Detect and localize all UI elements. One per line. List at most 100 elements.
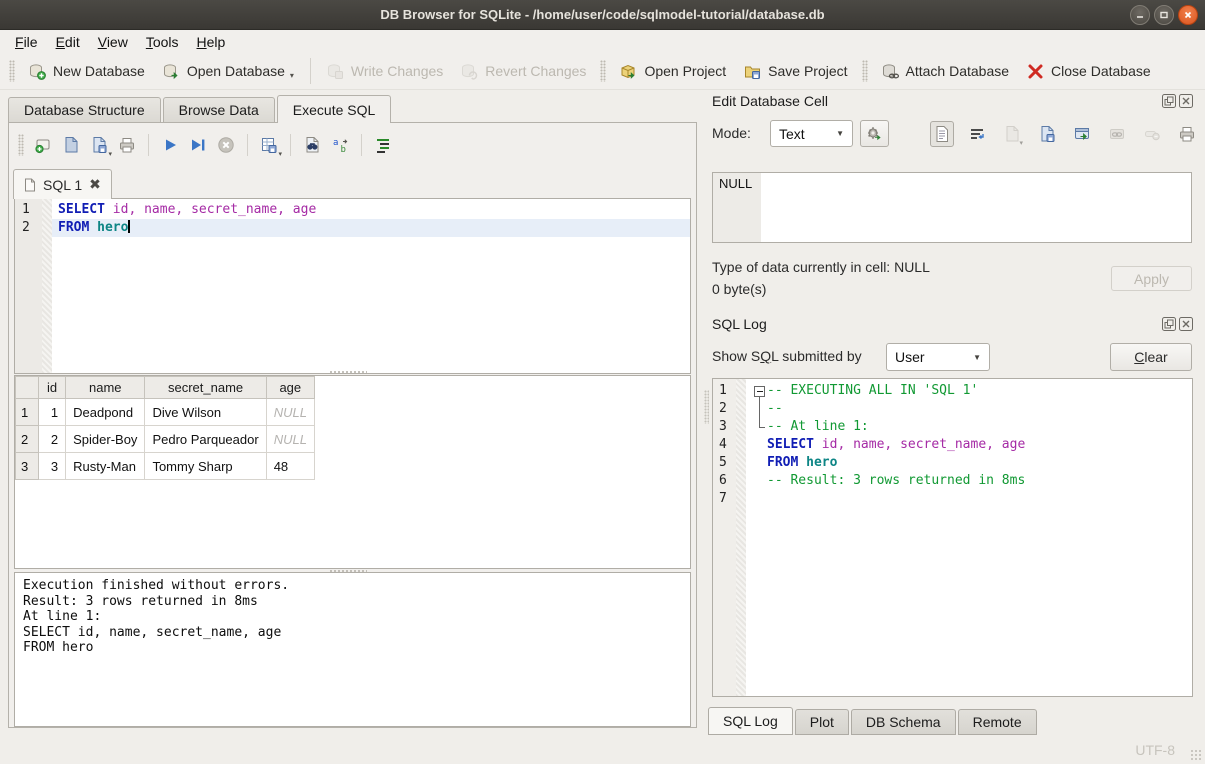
dock-tab-plot[interactable]: Plot (795, 709, 849, 735)
text-mode-button[interactable] (930, 121, 954, 147)
cell-value-editor[interactable]: NULL (712, 172, 1192, 243)
fold-marker-icon[interactable] (752, 382, 767, 400)
tab-execute-sql[interactable]: Execute SQL (277, 95, 392, 123)
close-database-button[interactable]: Close Database (1018, 59, 1160, 84)
maximize-button[interactable] (1154, 5, 1174, 25)
column-header-secret_name[interactable]: secret_name (145, 377, 266, 399)
find-button[interactable] (298, 132, 326, 158)
save-results-view-button[interactable]: ▾ (255, 132, 283, 158)
sql-log-filter-select[interactable]: User ▼ (886, 343, 990, 371)
grid-cell[interactable]: Dive Wilson (145, 399, 266, 426)
menu-edit[interactable]: Edit (47, 32, 89, 52)
float-panel-icon[interactable] (1162, 94, 1176, 108)
dock-tab-db-schema[interactable]: DB Schema (851, 709, 956, 735)
mode-label: Mode: (712, 125, 751, 141)
close-panel-icon[interactable] (1179, 317, 1193, 331)
print-cell-button[interactable] (1175, 121, 1199, 147)
menu-tools[interactable]: Tools (137, 32, 188, 52)
grid-cell[interactable]: Tommy Sharp (145, 453, 266, 480)
clear-log-button[interactable]: Clear (1110, 343, 1192, 371)
save-sql-file-button[interactable]: ▾ (85, 132, 113, 158)
toolbar-handle[interactable] (9, 60, 15, 82)
open-in-external-button[interactable] (1070, 121, 1094, 147)
row-header[interactable]: 1 (16, 399, 39, 426)
code-token: hero (806, 455, 837, 470)
close-sql-tab-icon[interactable]: ✖ (89, 176, 101, 193)
grid-cell[interactable]: Pedro Parqueador (145, 426, 266, 453)
open-sql-file-button[interactable] (57, 132, 85, 158)
editor-line[interactable]: SELECT id, name, secret_name, age (52, 201, 690, 219)
line-number: 1 (15, 201, 42, 219)
grid-cell[interactable]: 2 (39, 426, 66, 453)
toolbar-button-label: Open Database (187, 63, 285, 79)
encoding-indicator[interactable]: UTF-8 (1135, 742, 1175, 758)
title-bar: DB Browser for SQLite - /home/user/code/… (0, 0, 1205, 30)
cell-text-area[interactable] (761, 173, 1191, 242)
column-header-age[interactable]: age (266, 377, 314, 399)
sql-log-view[interactable]: 1234567 -- EXECUTING ALL IN 'SQL 1'---- … (712, 378, 1193, 697)
new-database-button[interactable]: New Database (20, 59, 154, 84)
open-database-button[interactable]: Open Database ▾ (154, 59, 303, 84)
close-panel-icon[interactable] (1179, 94, 1193, 108)
toolbar-separator (148, 134, 149, 156)
grid-cell[interactable]: NULL (266, 426, 314, 453)
toolbar-handle[interactable] (862, 60, 868, 82)
cell-settings-button[interactable] (860, 120, 889, 147)
dock-tab-sql-log[interactable]: SQL Log (708, 707, 793, 735)
grid-cell[interactable]: 48 (266, 453, 314, 480)
column-header-name[interactable]: name (66, 377, 145, 399)
tab-database-structure[interactable]: Database Structure (8, 97, 161, 122)
log-line: FROM hero (746, 454, 1192, 472)
db-open-icon (163, 63, 180, 80)
row-header[interactable]: 2 (16, 426, 39, 453)
menu-file[interactable]: File (6, 32, 47, 52)
grid-cell[interactable]: 1 (39, 399, 66, 426)
open-sql-tab-button[interactable] (29, 132, 57, 158)
column-header-id[interactable]: id (39, 377, 66, 399)
execution-status-message: Execution finished without errors.Result… (14, 572, 691, 727)
log-code-area: -- EXECUTING ALL IN 'SQL 1'---- At line … (746, 379, 1192, 696)
toolbar-handle[interactable] (600, 60, 606, 82)
toolbar-handle[interactable] (18, 134, 24, 156)
editor-line[interactable]: FROM hero (52, 219, 690, 237)
dropdown-arrow-icon[interactable]: ▾ (290, 71, 294, 80)
execute-all-button[interactable] (156, 132, 184, 158)
menu-help[interactable]: Help (188, 32, 235, 52)
save-project-button[interactable]: Save Project (735, 59, 856, 84)
execute-current-line-button[interactable] (184, 132, 212, 158)
code-token: FROM (58, 220, 89, 235)
dropdown-arrow-icon[interactable]: ▾ (108, 150, 112, 158)
word-wrap-button[interactable] (965, 121, 989, 147)
execute-sql-page: ▾▾ab SQL 1 ✖ 12 SELECT id, name, secret_… (8, 122, 697, 728)
close-button[interactable] (1178, 5, 1198, 25)
apply-button[interactable]: Apply (1111, 266, 1192, 291)
print-sql-button[interactable] (113, 132, 141, 158)
attach-database-button[interactable]: Attach Database (873, 59, 1019, 84)
export-cell-data-button[interactable] (1035, 121, 1059, 147)
open-project-button[interactable]: Open Project (611, 59, 735, 84)
dock-splitter-handle[interactable] (704, 390, 709, 424)
grid-cell[interactable]: Deadpond (66, 399, 145, 426)
float-panel-icon[interactable] (1162, 317, 1176, 331)
sql-editor[interactable]: 12 SELECT id, name, secret_name, ageFROM… (14, 198, 691, 374)
auto-format-button[interactable] (369, 132, 397, 158)
menu-view[interactable]: View (89, 32, 137, 52)
find-replace-button[interactable]: ab (326, 132, 354, 158)
tab-browse-data[interactable]: Browse Data (163, 97, 275, 122)
sql-document-tab[interactable]: SQL 1 ✖ (13, 169, 112, 199)
splitter-handle[interactable] (329, 370, 367, 374)
grid-cell[interactable]: Rusty-Man (66, 453, 145, 480)
minimize-button[interactable] (1130, 5, 1150, 25)
cell-mode-select[interactable]: Text ▼ (770, 120, 853, 147)
sql-log-title: SQL Log (712, 316, 767, 332)
row-header[interactable]: 3 (16, 453, 39, 480)
resize-grip[interactable] (1190, 749, 1202, 761)
dropdown-arrow-icon[interactable]: ▾ (278, 150, 282, 158)
line-number: 6 (713, 472, 736, 490)
grid-cell[interactable]: NULL (266, 399, 314, 426)
grid-cell[interactable]: 3 (39, 453, 66, 480)
dock-tab-remote[interactable]: Remote (958, 709, 1037, 735)
editor-code-area[interactable]: SELECT id, name, secret_name, ageFROM he… (52, 199, 690, 373)
code-token: -- Result: 3 rows returned in 8ms (767, 473, 1025, 488)
grid-cell[interactable]: Spider-Boy (66, 426, 145, 453)
